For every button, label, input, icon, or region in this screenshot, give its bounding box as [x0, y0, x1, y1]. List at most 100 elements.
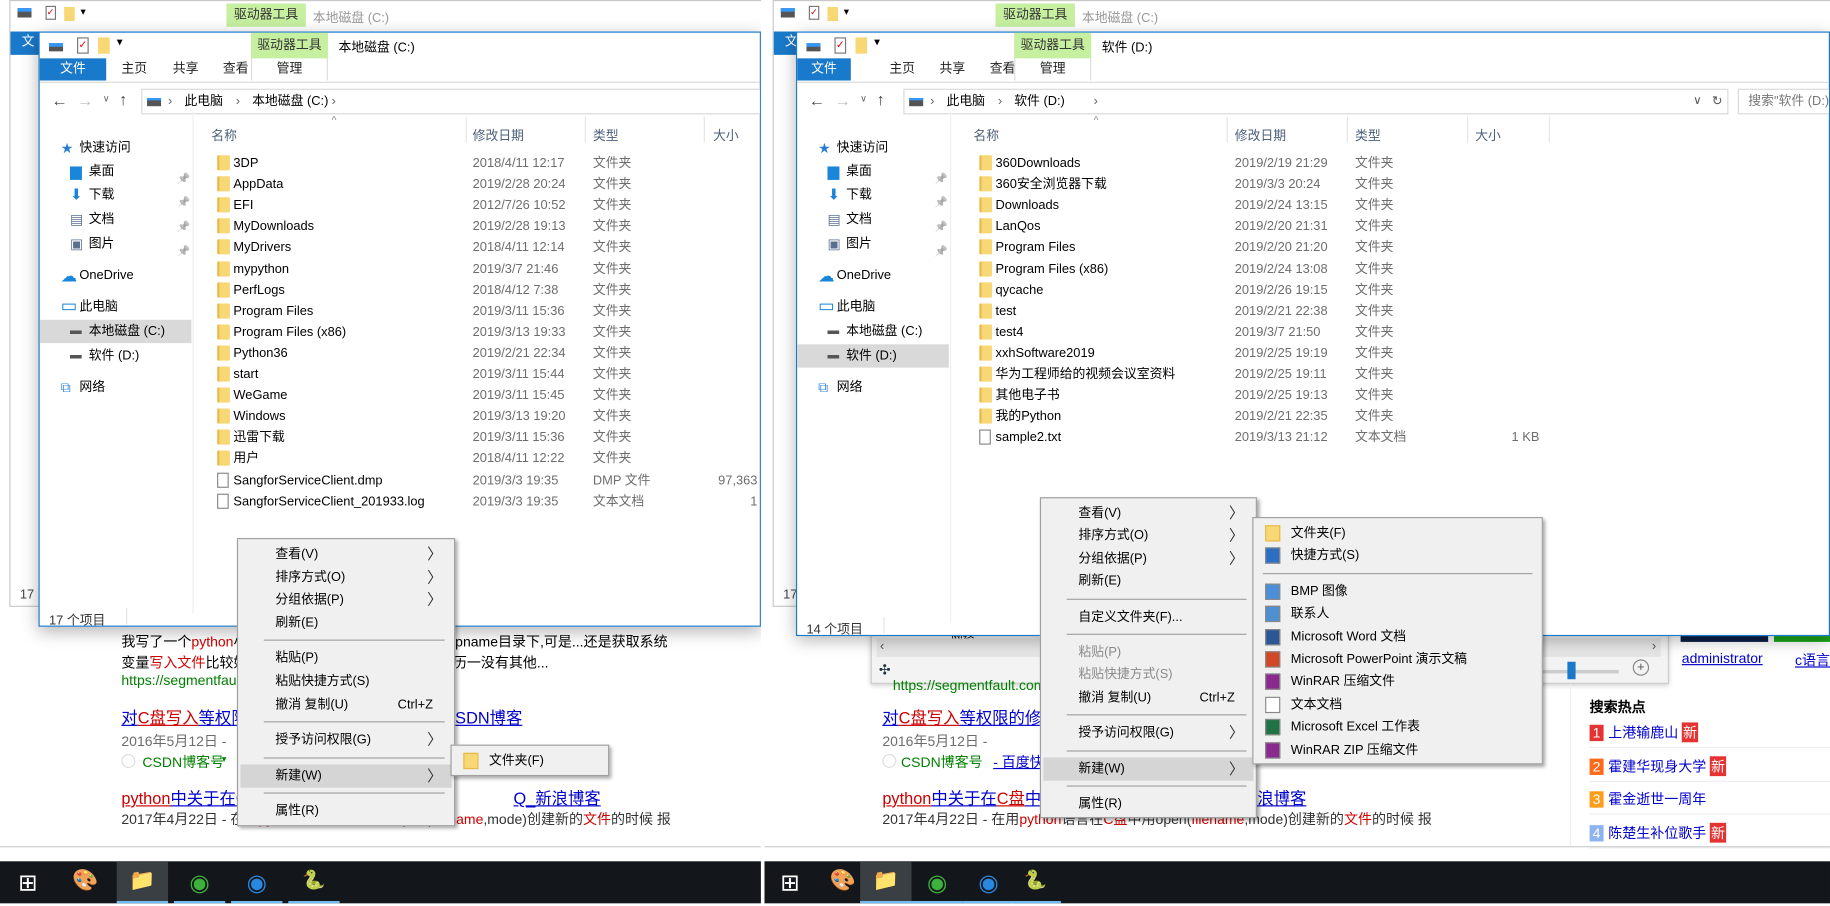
tab-view[interactable]: 查看 — [223, 58, 249, 80]
taskbar-button[interactable]: 🎨 — [60, 861, 111, 903]
taskbar-button[interactable]: ⊞ — [2, 861, 53, 903]
column-divider[interactable] — [584, 116, 586, 143]
tab-share[interactable]: 共享 — [940, 58, 966, 80]
column-header-name[interactable]: 名称 — [973, 126, 999, 145]
column-divider[interactable] — [1548, 116, 1550, 143]
file-row[interactable]: Program Files 2019/3/11 15:36 文件夹 — [40, 301, 760, 322]
result-source[interactable]: CSDN博客号 — [142, 752, 224, 772]
file-row[interactable]: Windows 2019/3/13 19:20 文件夹 — [40, 406, 760, 427]
hot-search-item[interactable]: 4 陈楚生补位歌手新 — [1589, 822, 1727, 843]
file-row[interactable]: sample2.txt 2019/3/13 21:12 文本文档 1 KB — [797, 428, 1829, 449]
menu-item[interactable]: 自定义文件夹(F)... — [1043, 605, 1253, 628]
breadcrumb-chevron-icon[interactable]: › — [1094, 90, 1098, 113]
forward-arrow-icon[interactable]: → — [77, 91, 93, 110]
scroll-left-icon[interactable]: ‹ — [880, 640, 884, 654]
column-header-size[interactable]: 大小 — [1475, 126, 1501, 145]
drive-tools-tab[interactable]: 驱动器工具 — [226, 3, 306, 27]
back-arrow-icon[interactable]: ← — [51, 91, 67, 110]
tab-home[interactable]: 主页 — [121, 58, 147, 80]
drive-tools-tab[interactable]: 驱动器工具 — [250, 32, 328, 59]
menu-item[interactable]: Microsoft Word 文档 — [1256, 625, 1540, 648]
breadcrumb-chevron-icon[interactable]: › — [930, 90, 934, 113]
column-header-size[interactable]: 大小 — [713, 126, 739, 145]
address-bar[interactable]: › 此电脑 › 软件 (D:) › ∨ ↻ — [903, 88, 1729, 115]
menu-item[interactable]: 联系人 — [1256, 602, 1540, 625]
file-row[interactable]: Program Files 2019/2/20 21:20 文件夹 — [797, 237, 1829, 258]
menu-item[interactable]: WinRAR 压缩文件 — [1256, 670, 1540, 693]
taskbar-button[interactable]: ◉ — [173, 861, 226, 904]
file-row[interactable]: 我的Python 2019/2/21 22:35 文件夹 — [797, 406, 1829, 427]
file-row[interactable]: Downloads 2019/2/24 13:15 文件夹 — [797, 195, 1829, 216]
file-row[interactable]: SangforServiceClient_201933.log 2019/3/3 … — [40, 491, 760, 512]
taskbar-button[interactable]: 🐍 — [288, 861, 340, 904]
file-row[interactable]: Program Files (x86) 2019/2/24 13:08 文件夹 — [797, 259, 1829, 280]
menu-item[interactable]: 授予访问权限(G) 〉 — [1043, 721, 1253, 744]
menu-item[interactable]: 新建(W) 〉 — [240, 764, 452, 788]
file-row[interactable]: 360安全浏览器下载 2019/3/3 20:24 文件夹 — [797, 174, 1829, 195]
file-row[interactable]: 华为工程师给的视频会议室资料 2019/2/25 19:11 文件夹 — [797, 364, 1829, 385]
file-row[interactable]: xxhSoftware2019 2019/2/25 19:19 文件夹 — [797, 343, 1829, 364]
file-row[interactable]: MyDrivers 2018/4/11 12:14 文件夹 — [40, 237, 760, 258]
menu-item[interactable]: BMP 图像 — [1256, 580, 1540, 603]
recent-locations-chevron-icon[interactable]: ∨ — [860, 93, 867, 104]
menu-item[interactable]: 查看(V) 〉 — [1043, 502, 1253, 525]
column-header-type[interactable]: 类型 — [593, 126, 619, 145]
hot-search-item[interactable]: 1 上港输鹿山新 — [1589, 722, 1699, 743]
file-row[interactable]: start 2019/3/11 15:44 文件夹 — [40, 364, 760, 385]
column-divider[interactable] — [1346, 116, 1348, 143]
hot-search-item[interactable]: 3 霍金逝世一周年 — [1589, 789, 1706, 809]
taskbar-button[interactable]: ◉ — [231, 861, 283, 904]
menu-item[interactable]: 授予访问权限(G) 〉 — [240, 728, 451, 751]
file-row[interactable]: PerfLogs 2018/4/12 7:38 文件夹 — [40, 280, 760, 301]
hot-search-link[interactable]: 上港输鹿山 — [1608, 725, 1678, 741]
menu-item[interactable]: 查看(V) 〉 — [240, 543, 451, 566]
breadcrumb-item[interactable]: 此电脑 — [184, 90, 223, 113]
menu-item[interactable]: 快捷方式(S) — [1256, 544, 1540, 567]
menu-item[interactable]: 文件夹(F) — [454, 749, 606, 772]
cached-link[interactable]: - 百度快 — [993, 752, 1044, 772]
tab-share[interactable]: 共享 — [173, 58, 199, 80]
column-header-type[interactable]: 类型 — [1355, 126, 1381, 145]
column-divider[interactable] — [465, 116, 467, 143]
file-row[interactable]: WeGame 2019/3/11 15:45 文件夹 — [40, 385, 760, 406]
result-url[interactable]: https://segmentfault — [121, 672, 243, 688]
menu-item[interactable]: 粘贴(P) — [1043, 641, 1253, 664]
menu-item[interactable]: 新建(W) 〉 — [1043, 756, 1254, 781]
file-row[interactable]: Program Files (x86) 2019/3/13 19:33 文件夹 — [40, 322, 760, 343]
menu-item[interactable]: 属性(R) — [1043, 792, 1253, 815]
hot-search-link[interactable]: 霍金逝世一周年 — [1608, 791, 1706, 807]
up-arrow-icon[interactable]: ↑ — [876, 90, 884, 109]
taskbar-button[interactable]: 📁 — [860, 861, 912, 904]
column-header-date[interactable]: 修改日期 — [1235, 126, 1286, 145]
menu-item[interactable]: 排序方式(O) 〉 — [240, 566, 451, 589]
file-row[interactable]: MyDownloads 2019/2/28 19:13 文件夹 — [40, 216, 760, 237]
hot-search-link[interactable]: 霍建华现身大学 — [1608, 758, 1706, 774]
menu-item[interactable]: 属性(R) — [240, 800, 451, 823]
breadcrumb-item[interactable]: 本地磁盘 (C:) — [252, 90, 328, 113]
file-row[interactable]: Python36 2019/2/21 22:34 文件夹 — [40, 343, 760, 364]
address-bar[interactable]: › 此电脑 › 本地磁盘 (C:) › — [141, 88, 760, 115]
hot-search-link[interactable]: 陈楚生补位歌手 — [1608, 825, 1706, 841]
result-title-link[interactable]: 对C盘写入等权限的修 — [882, 706, 1041, 729]
file-row[interactable]: EFI 2012/7/26 10:52 文件夹 — [40, 195, 760, 216]
file-row[interactable]: mypython 2019/3/7 21:46 文件夹 — [40, 259, 760, 280]
menu-item[interactable]: 刷新(E) — [240, 611, 451, 634]
tab-view[interactable]: 查看 — [990, 58, 1016, 80]
menu-item[interactable]: Microsoft PowerPoint 演示文稿 — [1256, 648, 1540, 671]
recent-locations-chevron-icon[interactable]: ∨ — [103, 93, 110, 104]
column-header-date[interactable]: 修改日期 — [473, 126, 524, 145]
taskbar-button[interactable]: ◉ — [962, 861, 1015, 904]
tab-manage[interactable]: 管理 — [250, 58, 328, 81]
drive-tools-tab[interactable]: 驱动器工具 — [995, 3, 1075, 27]
column-divider[interactable] — [703, 116, 705, 143]
breadcrumb-chevron-icon[interactable]: › — [331, 90, 335, 113]
result-title-link[interactable]: SDN博客 — [455, 706, 522, 729]
c-language-link[interactable]: c语言 — [1795, 650, 1830, 670]
move-icon[interactable]: ✣ — [879, 662, 891, 678]
file-row[interactable]: 迅雷下载 2019/3/11 15:36 文件夹 — [40, 428, 760, 449]
up-arrow-icon[interactable]: ↑ — [119, 90, 127, 109]
menu-item[interactable]: Microsoft Excel 工作表 — [1256, 716, 1540, 739]
file-row[interactable]: 用户 2018/4/11 12:22 文件夹 — [40, 449, 760, 470]
breadcrumb-item[interactable]: 软件 (D:) — [1014, 90, 1065, 113]
drive-tools-tab[interactable]: 驱动器工具 — [1014, 32, 1092, 59]
